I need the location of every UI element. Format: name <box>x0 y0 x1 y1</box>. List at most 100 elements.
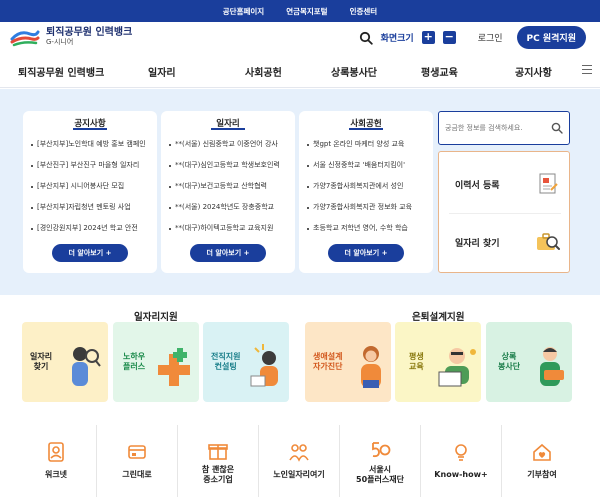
nav-item-volunteer[interactable]: 상록봉사단 <box>331 64 377 79</box>
main-nav: 퇴직공무원 인력뱅크 일자리 사회공헌 상록봉사단 평생교육 공지사항 <box>0 54 600 88</box>
title-underline <box>211 128 245 130</box>
link-label: 서울시 <box>368 465 392 474</box>
social-more-button[interactable]: 더 알아보기 + <box>328 244 404 262</box>
header-tools: 화면크기 + − 로그인 PC 원격지원 <box>359 26 586 49</box>
related-sites: 워크넷 그린대로 참 괜찮은 중소기업 노인일자리여기 서울시 50플러스재단 … <box>16 425 584 497</box>
tile-label: 컨설팅 <box>214 362 237 371</box>
list-item[interactable]: **(대구)심인고등학교 학생보호인력 <box>169 160 287 181</box>
pc-remote-support-button[interactable]: PC 원격지원 <box>516 26 586 49</box>
hero-section: 공지사항 [부산지부]노인학대 예방 홍보 캠페인 [부산진구] 부산진구 마을… <box>0 89 600 295</box>
list-item[interactable]: **(대구)보건고등학교 산학협력 <box>169 181 287 202</box>
plus-sign-icon <box>158 348 190 386</box>
list-item[interactable]: 가양7종합사회복지관 정보화 교육 <box>307 202 425 223</box>
list-item[interactable]: [경인강원지부] 2024년 학교 안전 <box>31 223 149 244</box>
tile-career-consulting[interactable]: 전직지원 컨설팅 <box>203 322 289 402</box>
link-label: Know-how+ <box>434 470 488 479</box>
worknet-icon <box>48 442 64 462</box>
jobs-list: **(서울) 신림중학교 이중언어 강사 **(대구)심인고등학교 학생보호인력… <box>169 139 287 244</box>
nav-item-education[interactable]: 평생교육 <box>421 64 458 79</box>
list-item[interactable]: 챗gpt 온라인 마케터 양성 교육 <box>307 139 425 160</box>
resume-document-icon <box>539 173 558 194</box>
tile-label: 전직지원 <box>211 352 241 361</box>
search-icon[interactable] <box>551 122 563 134</box>
search-icon[interactable] <box>359 31 373 45</box>
font-decrease-button[interactable]: − <box>442 31 456 44</box>
people-group-icon <box>289 444 309 462</box>
list-item[interactable]: 가양7종합사회복지관에서 성인 <box>307 181 425 202</box>
tile-volunteer-group[interactable]: 상록 봉사단 <box>486 322 572 402</box>
job-search-label: 일자리 찾기 <box>455 239 500 249</box>
link-senior-jobs[interactable]: 노인일자리여기 <box>259 425 339 497</box>
link-seoul-50plus[interactable]: 서울시 50플러스재단 <box>340 425 420 497</box>
link-knowhow-plus[interactable]: Know-how+ <box>421 425 501 497</box>
tile-lifelong-education[interactable]: 평생 교육 <box>395 322 481 402</box>
person-magnifier-icon <box>72 347 101 386</box>
link-label: 워크넷 <box>44 470 68 479</box>
jobs-card: 일자리 **(서울) 신림중학교 이중언어 강사 **(대구)심인고등학교 학생… <box>161 111 295 273</box>
link-nps-home[interactable]: 공단홈페이지 <box>223 6 264 17</box>
quick-panel: 이력서 등록 일자리 찾기 <box>438 151 570 273</box>
nav-item-social[interactable]: 사회공헌 <box>245 64 282 79</box>
login-link[interactable]: 로그인 <box>478 31 503 44</box>
search-input[interactable] <box>445 121 545 135</box>
list-item[interactable]: [부산지부] 시니어봉사단 모집 <box>31 181 149 202</box>
link-cert-center[interactable]: 인증센터 <box>350 6 378 17</box>
resume-label: 이력서 등록 <box>455 181 500 191</box>
list-item[interactable]: **(서울) 신림중학교 이중언어 강사 <box>169 139 287 160</box>
tile-label: 봉사단 <box>498 362 521 371</box>
title-underline <box>73 128 107 130</box>
tile-label: 평생 <box>409 352 424 361</box>
jobs-more-button[interactable]: 더 알아보기 + <box>190 244 266 262</box>
link-good-sme[interactable]: 참 괜찮은 중소기업 <box>178 425 258 497</box>
link-greendaero[interactable]: 그린대로 <box>97 425 177 497</box>
site-logo[interactable]: 퇴직공무원 인력뱅크 G-시니어 <box>10 26 132 48</box>
tile-knowhow-plus[interactable]: 노하우 플러스 <box>113 322 199 402</box>
volunteer-icon <box>540 347 564 386</box>
social-card: 사회공헌 챗gpt 온라인 마케터 양성 교육 서울 신정중학교 '배움터지킴이… <box>299 111 433 273</box>
job-support-title: 일자리지원 <box>134 312 178 323</box>
logo-subtitle: G-시니어 <box>46 38 74 46</box>
retire-support-title: 은퇴설계지원 <box>412 312 465 323</box>
list-item[interactable]: 서울 신정중학교 '배움터지킴이' <box>307 160 425 181</box>
link-label: 기부참여 <box>527 470 557 479</box>
link-pension-portal[interactable]: 연금복지포털 <box>286 6 327 17</box>
nav-item-jobs[interactable]: 일자리 <box>148 64 176 79</box>
tile-label: 플러스 <box>123 362 146 371</box>
notice-list: [부산지부]노인학대 예방 홍보 캠페인 [부산진구] 부산진구 마을형 일자리… <box>31 139 149 244</box>
menu-icon[interactable] <box>582 65 592 75</box>
logo-title: 퇴직공무원 인력뱅크 <box>46 27 133 38</box>
tile-label: 일자리 <box>30 352 53 361</box>
notice-card: 공지사항 [부산지부]노인학대 예방 홍보 캠페인 [부산진구] 부산진구 마을… <box>23 111 157 273</box>
social-list: 챗gpt 온라인 마케터 양성 교육 서울 신정중학교 '배움터지킴이' 가양7… <box>307 139 425 244</box>
link-label: 50플러스재단 <box>356 475 404 484</box>
list-item[interactable]: 초등학교 저학년 영어, 수학 학습 <box>307 223 425 244</box>
tile-label: 자가진단 <box>313 362 343 371</box>
tile-label: 상록 <box>501 352 517 361</box>
gift-box-icon <box>208 444 228 460</box>
font-increase-button[interactable]: + <box>421 31 435 44</box>
font-size-label: 화면크기 <box>380 34 414 44</box>
fifty-plus-icon <box>372 442 391 458</box>
link-donation[interactable]: 기부참여 <box>502 425 582 497</box>
link-worknet[interactable]: 워크넷 <box>16 425 96 497</box>
resume-register-button[interactable]: 이력서 등록 <box>439 156 569 212</box>
list-item[interactable]: [부산지부]노인학대 예방 홍보 캠페인 <box>31 139 149 160</box>
green-road-icon <box>128 445 146 459</box>
tile-find-job[interactable]: 일자리 찾기 <box>22 322 108 402</box>
nav-item-notice[interactable]: 공지사항 <box>515 64 552 79</box>
link-label: 노인일자리여기 <box>273 470 325 479</box>
list-item[interactable]: **(대구)하이텍고등학교 교육지원 <box>169 223 287 244</box>
list-item[interactable]: [부산지부]자립청년 멘토링 사업 <box>31 202 149 223</box>
house-heart-icon <box>533 443 551 461</box>
notice-more-button[interactable]: 더 알아보기 + <box>52 244 128 262</box>
reading-person-icon <box>438 348 476 387</box>
tile-label: 노하우 <box>123 352 146 361</box>
list-item[interactable]: **(서울) 2024학년도 장충중학교 <box>169 202 287 223</box>
tile-life-design[interactable]: 생애설계 자가진단 <box>305 322 391 402</box>
site-search <box>438 111 570 145</box>
nav-item-bank[interactable]: 퇴직공무원 인력뱅크 <box>18 64 104 79</box>
list-item[interactable]: [부산진구] 부산진구 마을형 일자리 <box>31 160 149 181</box>
job-search-button[interactable]: 일자리 찾기 <box>439 214 569 270</box>
link-label: 그린대로 <box>122 470 152 479</box>
title-underline <box>349 128 383 130</box>
